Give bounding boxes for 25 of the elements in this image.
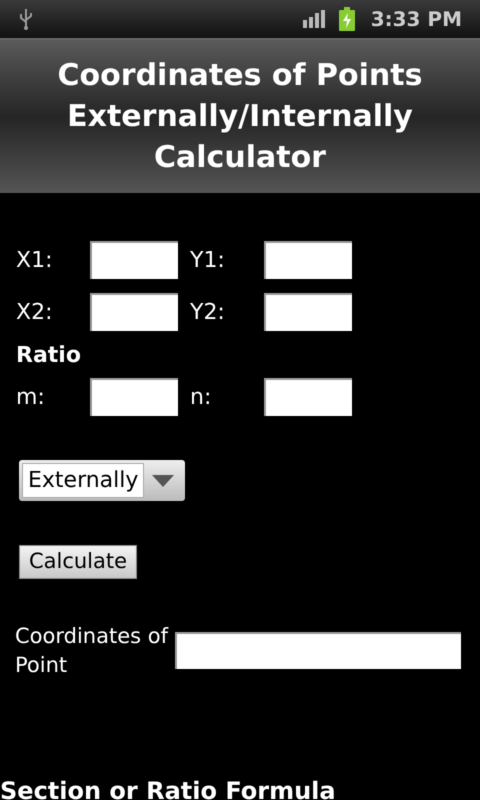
clock: 3:33 PM <box>370 6 462 33</box>
battery-icon <box>338 7 355 31</box>
input-field[interactable] <box>264 241 352 279</box>
input-field[interactable] <box>90 293 178 331</box>
field-label: n: <box>190 384 212 412</box>
signal-icon <box>302 10 327 28</box>
field-label: Y1: <box>190 246 226 274</box>
field-label: X1: <box>16 246 54 274</box>
usb-icon <box>18 8 34 30</box>
input-field[interactable] <box>90 241 178 279</box>
division-dropdown[interactable]: Externally <box>19 460 185 501</box>
caret-icon <box>152 474 174 486</box>
input-field[interactable] <box>264 378 352 416</box>
field-label: m: <box>16 384 46 412</box>
dropdown-value: Externally <box>22 463 144 498</box>
field-label: Y2: <box>190 298 226 326</box>
ratio-heading: Ratio <box>16 342 82 370</box>
input-field[interactable] <box>90 378 178 416</box>
calculate-button[interactable]: Calculate <box>19 545 137 578</box>
section-heading: Section or Ratio Formula <box>0 776 337 800</box>
app-title: Coordinates of Points Externally/Internally Calculator <box>56 57 424 177</box>
result-label: Coordinates of Point <box>15 622 170 678</box>
input-field[interactable] <box>264 293 352 331</box>
result-field[interactable] <box>175 632 461 669</box>
field-label: X2: <box>16 298 54 326</box>
